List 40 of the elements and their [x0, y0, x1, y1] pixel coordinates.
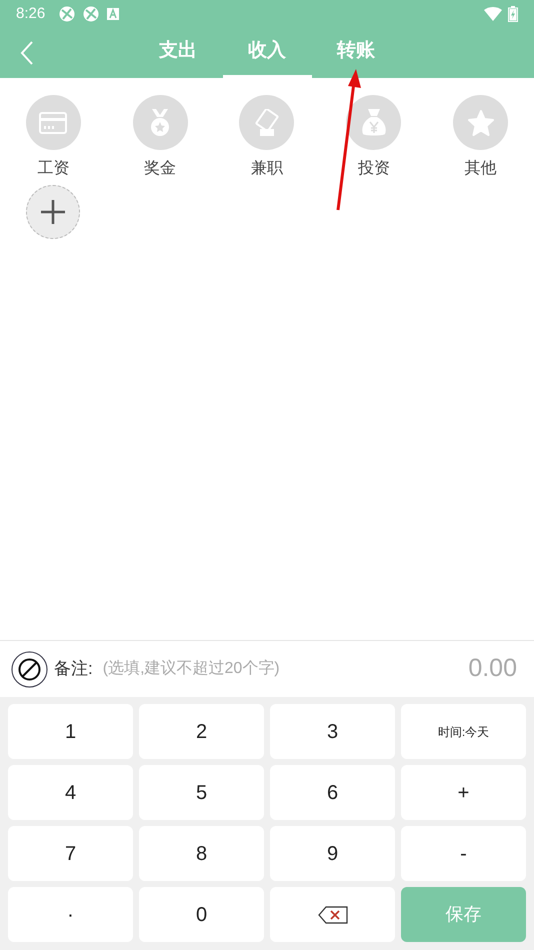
- category-label: 兼职: [250, 159, 283, 179]
- ticket-icon: [254, 108, 280, 136]
- category-item[interactable]: 其他: [427, 95, 534, 179]
- backspace-key[interactable]: [270, 887, 395, 942]
- keypad-key[interactable]: ·: [8, 887, 133, 942]
- category-label: 其他: [464, 159, 497, 179]
- time-key[interactable]: 时间:今天: [401, 704, 526, 759]
- keypad-key[interactable]: 6: [270, 765, 395, 820]
- star-icon: [466, 108, 495, 136]
- category-item[interactable]: 工资: [0, 95, 107, 179]
- note-label: 备注:: [54, 658, 93, 680]
- money-bag-icon: [360, 108, 387, 136]
- keypad-key[interactable]: 7: [8, 826, 133, 881]
- keypad-key[interactable]: 5: [139, 765, 264, 820]
- keypad-key[interactable]: 1: [8, 704, 133, 759]
- keyboard-notification-icon: [107, 8, 120, 20]
- back-icon: [20, 41, 34, 65]
- card-icon: [39, 112, 68, 134]
- keypad-key[interactable]: 2: [139, 704, 264, 759]
- category-label: 奖金: [144, 159, 176, 179]
- backspace-icon: [318, 906, 348, 924]
- status-time: 8:26: [16, 4, 46, 24]
- amount-display: 0.00: [468, 653, 517, 684]
- wifi-icon: [484, 7, 502, 21]
- category-item[interactable]: 兼职: [214, 95, 320, 179]
- keypad-key[interactable]: 8: [139, 826, 264, 881]
- category-item[interactable]: 投资: [320, 95, 428, 179]
- keypad-key[interactable]: -: [401, 826, 526, 881]
- keypad-key[interactable]: 9: [270, 826, 395, 881]
- battery-icon: [508, 6, 518, 22]
- keypad-key[interactable]: 4: [8, 765, 133, 820]
- category-item[interactable]: 奖金: [106, 95, 214, 179]
- keypad-key[interactable]: 3: [270, 704, 395, 759]
- plus-icon: [40, 199, 66, 225]
- keypad-key[interactable]: 0: [139, 887, 264, 942]
- note-input[interactable]: (选填,建议不超过20个字): [102, 657, 333, 681]
- keypad-key[interactable]: +: [401, 765, 526, 820]
- category-label: 工资: [37, 159, 70, 179]
- category-label: 投资: [358, 159, 390, 179]
- prohibited-icon: [11, 650, 48, 688]
